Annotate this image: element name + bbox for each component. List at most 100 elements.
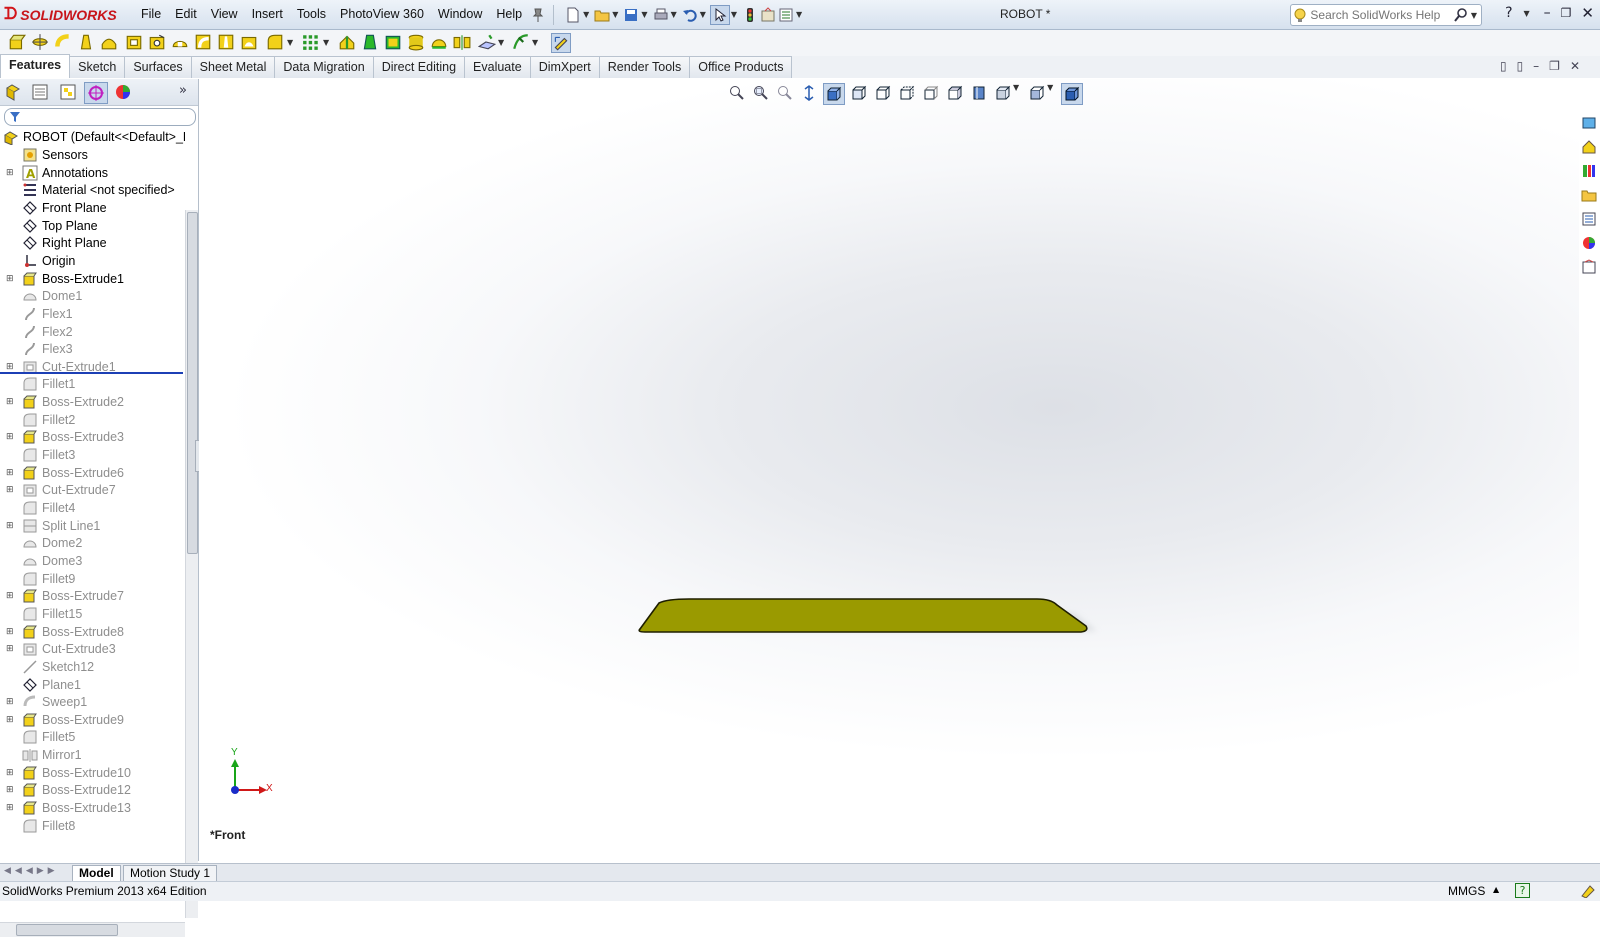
print-icon[interactable]: [652, 6, 670, 24]
view-orientation-icon[interactable]: [823, 83, 845, 105]
tree-item[interactable]: Origin: [0, 252, 75, 270]
tree-item[interactable]: ⊞ Boss-Extrude6: [0, 464, 124, 482]
restore-icon[interactable]: ❐: [1561, 6, 1572, 20]
tab-dimxpert[interactable]: DimXpert: [529, 56, 600, 78]
lofted-cut-icon[interactable]: [217, 33, 235, 51]
units-caret-icon[interactable]: ▲: [1493, 885, 1499, 894]
instant3d-icon[interactable]: [551, 33, 571, 53]
tab-features[interactable]: Features: [0, 54, 71, 78]
shaded-with-edges-icon[interactable]: [1061, 83, 1084, 105]
tab-surfaces[interactable]: Surfaces: [124, 56, 192, 78]
tree-item[interactable]: ⊞ Cut-Extrude7: [0, 481, 116, 499]
tree-item[interactable]: Sketch12: [0, 658, 94, 676]
menu-help[interactable]: Help: [489, 0, 529, 29]
model-tab[interactable]: Model: [72, 865, 121, 882]
tree-filter[interactable]: [4, 108, 196, 126]
options-icon[interactable]: [777, 6, 795, 24]
apply-scene-icon[interactable]: [921, 83, 941, 103]
tree-item[interactable]: ⊞ A Annotations: [0, 164, 108, 182]
dimxpertmanager-tab-icon[interactable]: [84, 82, 108, 104]
motion-study-tab[interactable]: Motion Study 1: [123, 865, 218, 882]
help-search-box[interactable]: ▼: [1290, 4, 1482, 26]
h-scrollbar-thumb[interactable]: [16, 924, 118, 936]
dome-icon[interactable]: [430, 33, 448, 51]
expand-plus-icon[interactable]: ⊞: [6, 711, 16, 729]
boundary-boss-icon[interactable]: [100, 33, 118, 51]
menu-view[interactable]: View: [204, 0, 245, 29]
appearances-icon[interactable]: [1578, 232, 1600, 254]
tree-item[interactable]: Sensors: [0, 146, 88, 164]
open-folder-icon[interactable]: [593, 6, 611, 24]
solidworks-resources-icon[interactable]: [1578, 112, 1600, 134]
rib-icon[interactable]: [338, 33, 356, 51]
hole-wizard-icon[interactable]: [148, 33, 166, 51]
tree-item[interactable]: Flex2: [0, 323, 73, 341]
view-settings-icon[interactable]: [945, 83, 965, 103]
save-dropdown-icon[interactable]: ▼: [641, 10, 647, 19]
minimize-icon[interactable]: –: [1544, 5, 1551, 21]
reference-geometry-icon[interactable]: [478, 33, 496, 51]
tree-item[interactable]: Mirror1: [0, 746, 82, 764]
doc-restore-icon[interactable]: ❐: [1549, 59, 1560, 73]
display-style-icon[interactable]: [849, 83, 869, 103]
expand-plus-icon[interactable]: ⊞: [6, 781, 16, 799]
tree-item[interactable]: Fillet2: [0, 411, 75, 429]
rebuild-icon[interactable]: [741, 6, 759, 24]
tab-render-tools[interactable]: Render Tools: [598, 56, 691, 78]
tree-item[interactable]: Dome2: [0, 534, 82, 552]
expand-plus-icon[interactable]: ⊞: [6, 623, 16, 641]
robot-part-model[interactable]: [638, 598, 1088, 633]
tree-item[interactable]: ⊞ Cut-Extrude3: [0, 640, 116, 658]
menu-photoview[interactable]: PhotoView 360: [333, 0, 431, 29]
tree-item[interactable]: ⊞ Boss-Extrude10: [0, 764, 131, 782]
search-dropdown-icon[interactable]: ▼: [1471, 11, 1477, 20]
help-dropdown-icon[interactable]: ▼: [1524, 9, 1530, 18]
options-dropdown-icon[interactable]: ▼: [796, 10, 802, 19]
view-cube-dropdown-icon[interactable]: ▼: [1013, 83, 1019, 105]
tree-item[interactable]: ⊞ Boss-Extrude1: [0, 270, 124, 288]
fillet-icon[interactable]: [266, 33, 284, 51]
pattern-dropdown-icon[interactable]: ▼: [323, 38, 329, 47]
tree-item[interactable]: ⊞ Boss-Extrude9: [0, 711, 124, 729]
tab-sketch[interactable]: Sketch: [69, 56, 126, 78]
draft-icon[interactable]: [361, 33, 379, 51]
close-icon[interactable]: ✕: [1581, 4, 1594, 22]
custom-properties-icon[interactable]: [1578, 256, 1600, 278]
menu-tools[interactable]: Tools: [290, 0, 333, 29]
tree-item[interactable]: ⊞ Boss-Extrude8: [0, 623, 124, 641]
file-explorer-icon[interactable]: [1578, 184, 1600, 206]
tree-item[interactable]: Dome1: [0, 287, 82, 305]
units-selector[interactable]: MMGS: [1448, 884, 1485, 898]
tab-scroll-arrows[interactable]: ◀◀◀▶▶: [4, 866, 59, 876]
view-palette-icon[interactable]: [1578, 208, 1600, 230]
swept-cut-icon[interactable]: [194, 33, 212, 51]
wrap-icon[interactable]: [407, 33, 425, 51]
previous-view-icon[interactable]: [775, 83, 795, 103]
tab-direct-editing[interactable]: Direct Editing: [372, 56, 466, 78]
extruded-cut-icon[interactable]: [125, 33, 143, 51]
rollback-bar[interactable]: [0, 372, 183, 374]
undo-dropdown-icon[interactable]: ▼: [700, 10, 706, 19]
menu-edit[interactable]: Edit: [168, 0, 204, 29]
graphics-area[interactable]: Y X: [199, 79, 1579, 861]
select-arrow-icon[interactable]: [709, 4, 730, 25]
tree-vertical-scrollbar[interactable]: [185, 210, 198, 918]
notification-icon[interactable]: [1580, 884, 1596, 898]
doc-close-icon[interactable]: ✕: [1570, 59, 1580, 73]
tree-item[interactable]: Fillet3: [0, 446, 75, 464]
tree-item[interactable]: Front Plane: [0, 199, 107, 217]
mirror-icon[interactable]: [453, 33, 471, 51]
solidworks-logo[interactable]: ᗪ SOLIDWORKS: [4, 5, 117, 25]
tree-item[interactable]: ⊞ Sweep1: [0, 693, 87, 711]
tab-office-products[interactable]: Office Products: [689, 56, 793, 78]
expand-plus-icon[interactable]: ⊞: [6, 464, 16, 482]
expand-plus-icon[interactable]: ⊞: [6, 517, 16, 535]
linear-pattern-icon[interactable]: [302, 33, 320, 51]
tree-item[interactable]: Plane1: [0, 676, 81, 694]
expand-plus-icon[interactable]: ⊞: [6, 481, 16, 499]
extruded-boss-icon[interactable]: [8, 33, 26, 51]
scrollbar-thumb[interactable]: [187, 212, 198, 554]
revolved-cut-icon[interactable]: [171, 33, 189, 51]
undo-icon[interactable]: [681, 6, 699, 24]
tree-item[interactable]: Flex1: [0, 305, 73, 323]
